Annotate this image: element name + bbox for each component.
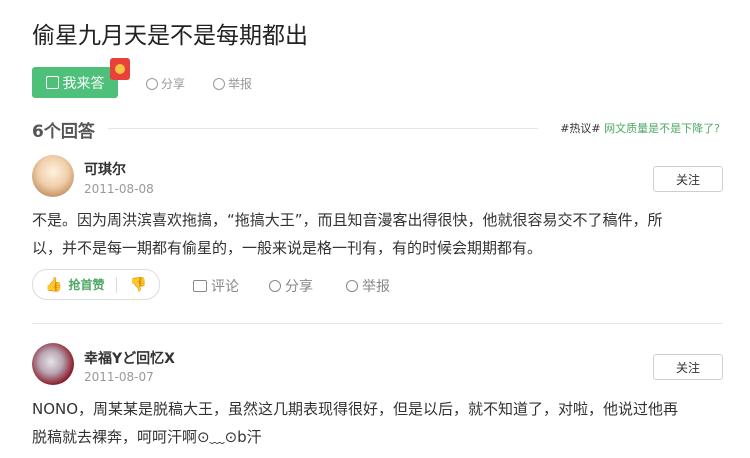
answer-text-line: 不是。因为周洪滨喜欢拖搞，“拖搞大王”，而且知音漫客出得很快，他就很容易交不了稿… — [32, 211, 663, 229]
answer-date: 2011-08-07 — [84, 370, 154, 384]
report-icon — [346, 280, 358, 292]
dislike-button[interactable]: 👎 — [117, 270, 158, 299]
share-icon — [146, 77, 158, 90]
answer-share-link[interactable]: 分享 — [269, 276, 313, 296]
answer-report-link[interactable]: 举报 — [346, 276, 390, 296]
hot-topic[interactable]: #热议# 网文质量是不是下降了? — [560, 120, 720, 136]
avatar[interactable] — [32, 343, 74, 385]
avatar[interactable] — [32, 155, 74, 197]
thumbs-down-icon: 👎 — [129, 276, 147, 293]
answer-divider — [32, 323, 722, 324]
vote-box: 👍 抢首赞 👎 — [32, 269, 160, 300]
answer-report-label: 举报 — [362, 279, 390, 295]
share-link[interactable]: 分享 — [146, 75, 185, 92]
comment-link[interactable]: 评论 — [193, 276, 239, 296]
follow-button[interactable]: 关注 — [653, 354, 723, 380]
report-link[interactable]: 举报 — [213, 75, 252, 92]
like-label: 抢首赞 — [68, 278, 105, 292]
comment-label: 评论 — [211, 279, 239, 295]
report-icon — [213, 77, 225, 90]
answer-count: 6个回答 — [32, 122, 95, 142]
header-divider — [108, 128, 538, 129]
report-label: 举报 — [228, 77, 253, 91]
like-button[interactable]: 👍 抢首赞 — [33, 270, 116, 299]
answer-text: 不是。因为周洪滨喜欢拖搞，“拖搞大王”，而且知音漫客出得很快，他就很容易交不了稿… — [32, 206, 722, 262]
comment-icon — [193, 280, 207, 292]
answer-date: 2011-08-08 — [84, 182, 154, 196]
share-label: 分享 — [161, 77, 186, 91]
answer-button[interactable]: 我来答 — [32, 67, 118, 98]
thumbs-up-icon: 👍 — [45, 276, 63, 293]
answer-text: NONO，周某某是脱稿大王，虽然这几期表现得很好，但是以后，就不知道了，对啦，他… — [32, 395, 722, 451]
answer-user-name[interactable]: 可琪尔 — [84, 159, 126, 179]
topic-tag: #热议# — [560, 122, 601, 135]
answer-text-line: 脱稿就去裸奔，呵呵汗啊⊙﹏⊙b汗 — [32, 428, 262, 446]
answer-share-label: 分享 — [285, 279, 313, 295]
share-icon — [269, 280, 281, 292]
question-title: 偷星九月天是不是每期都出 — [32, 23, 308, 49]
follow-button[interactable]: 关注 — [653, 166, 723, 192]
answer-text-line: NONO，周某某是脱稿大王，虽然这几期表现得很好，但是以后，就不知道了，对啦，他… — [32, 400, 679, 418]
answer-text-line: 以，并不是每一期都有偷星的，一般来说是格一刊有，有的时候会期期都有。 — [32, 239, 543, 257]
topic-link[interactable]: 网文质量是不是下降了? — [604, 122, 720, 135]
answer-button-label: 我来答 — [62, 75, 105, 92]
answer-user-name[interactable]: 幸福Yど回忆X — [84, 348, 175, 368]
edit-icon — [45, 76, 59, 89]
red-packet-icon[interactable] — [110, 58, 130, 80]
